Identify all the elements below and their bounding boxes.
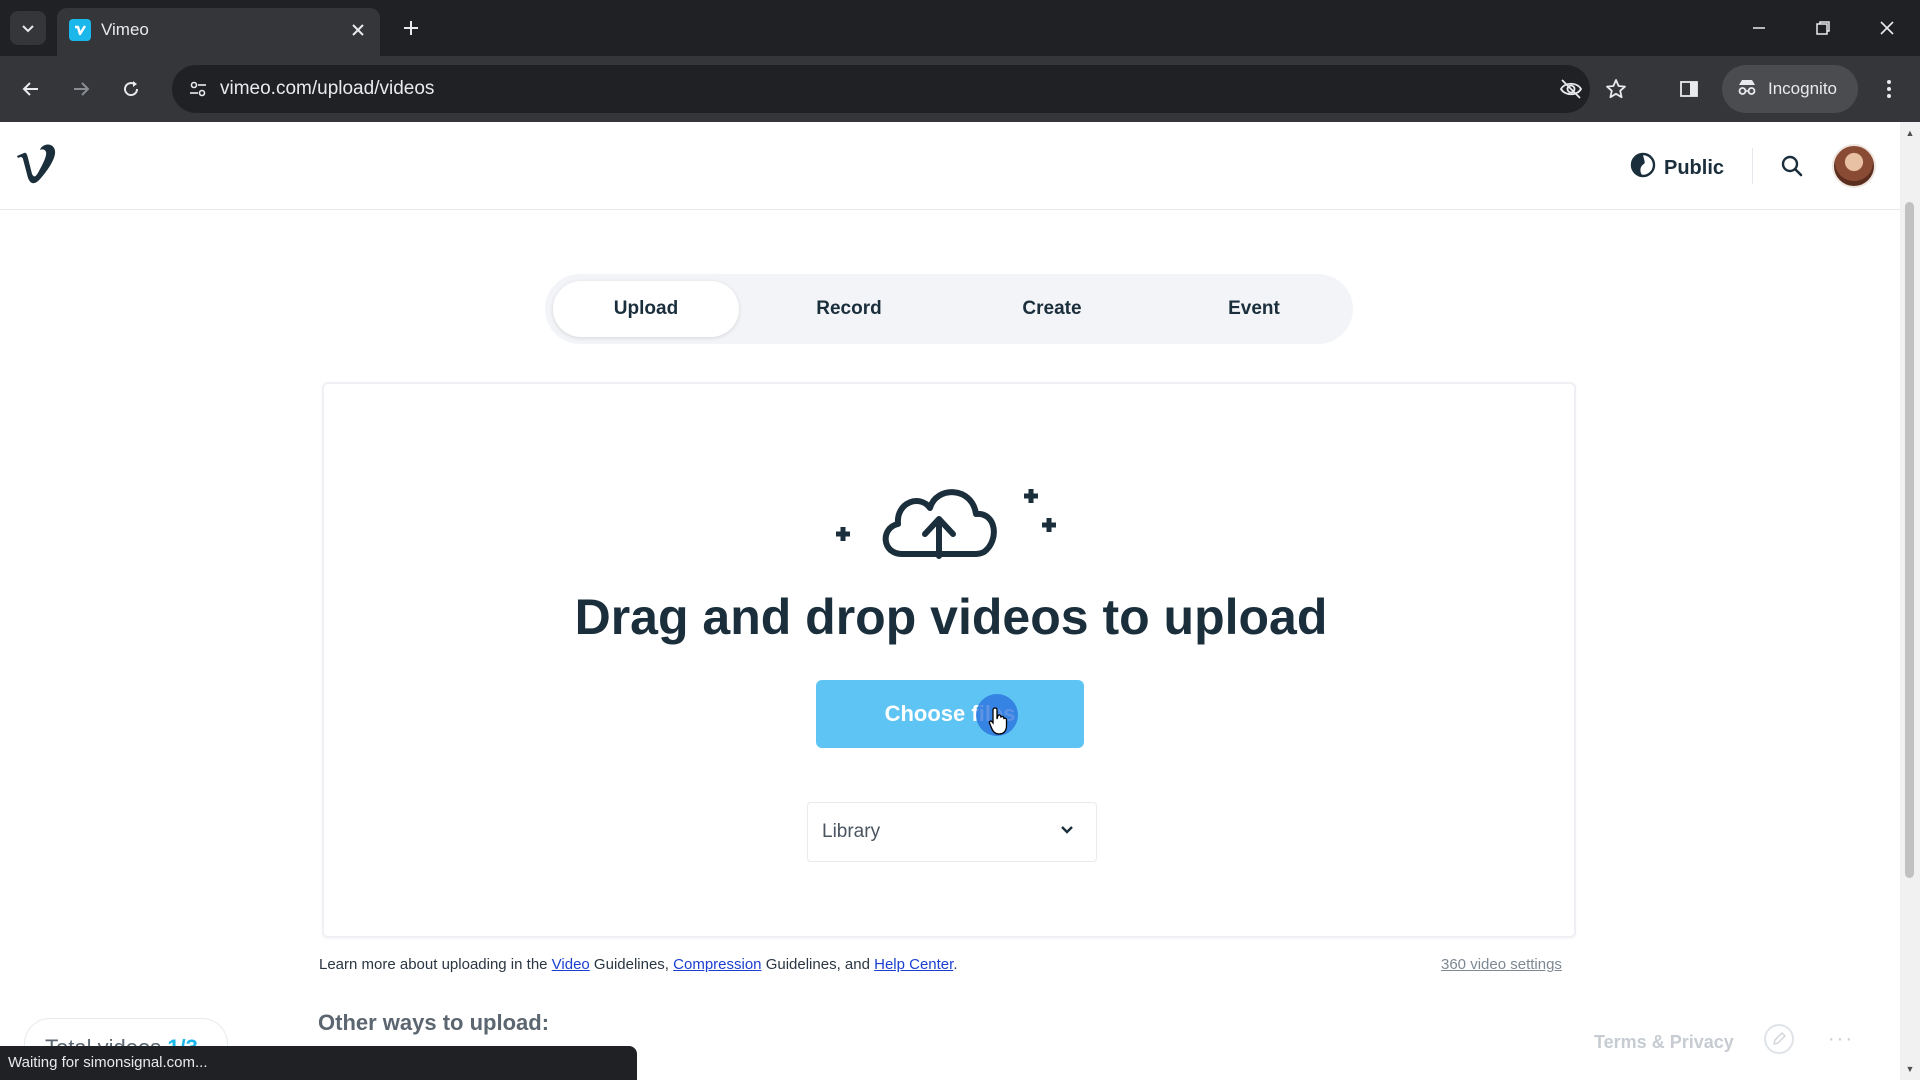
tab-title: Vimeo: [101, 20, 149, 39]
chevron-down-icon: [1058, 821, 1076, 844]
hand-cursor-icon: [988, 706, 1012, 741]
privacy-label: Public: [1664, 156, 1725, 179]
guidelines-text: Learn more about uploading in the Video …: [319, 956, 958, 973]
tab-event[interactable]: Event: [1161, 281, 1347, 337]
guidelines-prefix: Learn more about uploading in the: [319, 956, 552, 973]
address-bar[interactable]: vimeo.com/upload/videos: [172, 65, 1626, 113]
cloud-upload-icon: [824, 464, 1074, 569]
help-center-link[interactable]: Help Center: [874, 956, 953, 973]
folder-select-value: Library: [822, 821, 881, 842]
globe-icon: [1630, 152, 1656, 184]
vimeo-logo-icon[interactable]: [14, 144, 58, 191]
scroll-down-icon[interactable]: ▼: [1905, 1064, 1915, 1074]
browser-toolbar: vimeo.com/upload/videos Incognito: [0, 56, 1920, 122]
incognito-label: Incognito: [1768, 79, 1837, 98]
avatar[interactable]: [1832, 144, 1876, 188]
browser-status-bar: Waiting for simonsignal.com...: [0, 1046, 637, 1080]
pencil-icon[interactable]: [1764, 1024, 1794, 1054]
tab-create[interactable]: Create: [959, 281, 1145, 337]
choose-files-button[interactable]: Choose files: [816, 680, 1084, 748]
restore-icon[interactable]: [1800, 10, 1846, 46]
guidelines-mid1: Guidelines,: [589, 956, 674, 973]
browser-tab-bar: Vimeo: [0, 0, 1920, 56]
dropzone-title: Drag and drop videos to upload: [574, 589, 1328, 645]
forward-icon[interactable]: [62, 70, 100, 108]
plus-icon[interactable]: [395, 12, 427, 44]
folder-select[interactable]: Library: [807, 802, 1097, 862]
guidelines-suffix: .: [953, 956, 958, 973]
upload-dropzone[interactable]: Drag and drop videos to upload Choose fi…: [322, 382, 1576, 938]
star-icon[interactable]: [1601, 74, 1631, 104]
browser-tab[interactable]: Vimeo: [57, 8, 380, 56]
minimize-icon[interactable]: [1736, 10, 1782, 46]
url-text[interactable]: vimeo.com/upload/videos: [220, 78, 434, 100]
back-icon[interactable]: [12, 70, 50, 108]
compression-guidelines-link[interactable]: Compression: [673, 956, 761, 973]
tab-upload[interactable]: Upload: [553, 281, 739, 337]
terms-privacy-link[interactable]: Terms & Privacy: [1594, 1032, 1734, 1053]
upload-mode-tabs: Upload Record Create Event: [545, 274, 1353, 344]
close-icon[interactable]: [346, 18, 370, 42]
header-divider: [1752, 148, 1753, 184]
other-ways-heading: Other ways to upload:: [318, 1010, 550, 1035]
eye-off-icon[interactable]: [1556, 74, 1586, 104]
more-options-icon[interactable]: ···: [1828, 1028, 1854, 1051]
site-info-icon[interactable]: [182, 73, 214, 105]
page-scrollbar[interactable]: ▲ ▼: [1900, 122, 1920, 1080]
side-panel-icon[interactable]: [1670, 70, 1708, 108]
incognito-icon: [1736, 78, 1758, 101]
search-icon[interactable]: [1776, 150, 1808, 182]
scroll-up-icon[interactable]: ▲: [1905, 128, 1915, 138]
site-header: Public: [0, 122, 1900, 210]
page: Public Upload Record Create Event Drag a…: [0, 122, 1900, 1080]
more-vert-icon[interactable]: [1870, 70, 1908, 108]
video-guidelines-link[interactable]: Video: [552, 956, 590, 973]
close-window-icon[interactable]: [1864, 10, 1910, 46]
incognito-chip[interactable]: Incognito: [1722, 65, 1858, 113]
vimeo-favicon-icon: [69, 19, 91, 41]
scroll-thumb[interactable]: [1905, 202, 1914, 878]
privacy-toggle[interactable]: Public: [1630, 152, 1724, 184]
tab-search-icon[interactable]: [10, 11, 46, 45]
360-video-settings-link[interactable]: 360 video settings: [1441, 956, 1562, 973]
tab-record[interactable]: Record: [756, 281, 942, 337]
guidelines-mid2: Guidelines, and: [761, 956, 875, 973]
reload-icon[interactable]: [112, 70, 150, 108]
